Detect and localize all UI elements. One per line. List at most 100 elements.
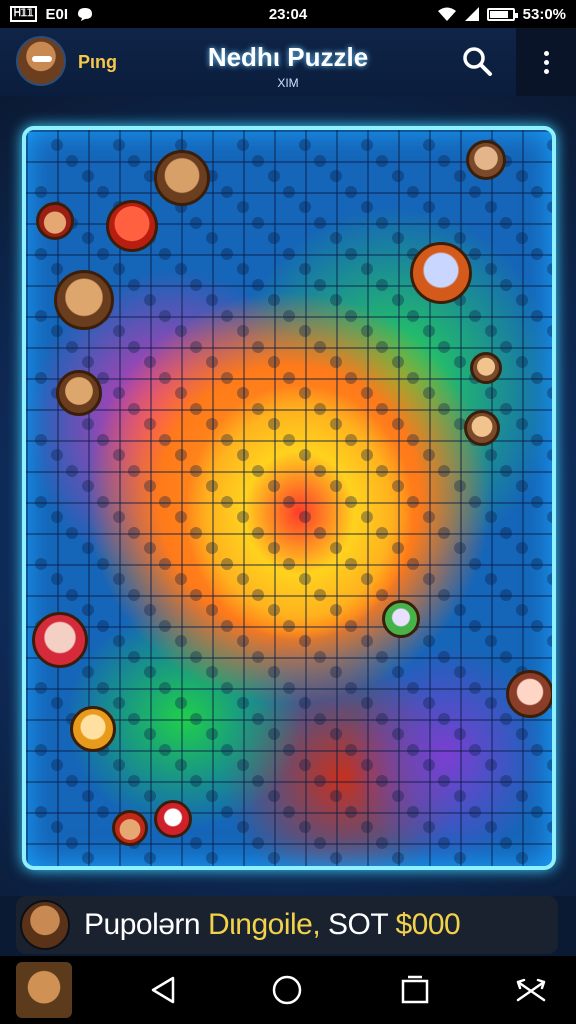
puzzle-knob bbox=[516, 852, 528, 864]
puzzle-knob bbox=[345, 310, 357, 322]
puzzle-knob bbox=[500, 527, 512, 539]
pirate-character-2[interactable] bbox=[112, 810, 148, 846]
puzzle-knob bbox=[299, 139, 311, 151]
puzzle-knob bbox=[423, 573, 435, 585]
puzzle-knob bbox=[469, 806, 481, 818]
puzzle-knob bbox=[237, 697, 249, 709]
puzzle-knob bbox=[330, 356, 342, 368]
puzzle-knob bbox=[159, 496, 171, 508]
monkey-character-3[interactable] bbox=[56, 370, 102, 416]
puzzle-knob bbox=[299, 263, 311, 275]
puzzle-knob bbox=[237, 387, 249, 399]
pirate-character[interactable] bbox=[36, 202, 74, 240]
puzzle-knob bbox=[66, 837, 78, 849]
puzzle-knob bbox=[268, 542, 280, 554]
yellow-character[interactable] bbox=[70, 706, 116, 752]
puzzle-knob bbox=[531, 620, 543, 632]
puzzle-knob bbox=[299, 511, 311, 523]
dog-character[interactable] bbox=[466, 140, 506, 180]
puzzle-knob bbox=[314, 403, 326, 415]
puzzle-knob bbox=[268, 294, 280, 306]
puzzle-knob bbox=[283, 434, 295, 446]
puzzle-knob bbox=[268, 356, 280, 368]
puzzle-knob bbox=[500, 279, 512, 291]
puzzle-knob bbox=[190, 279, 202, 291]
home-circle-icon[interactable] bbox=[270, 974, 304, 1006]
right-edge-character[interactable] bbox=[506, 670, 552, 718]
puzzle-knob bbox=[547, 263, 552, 275]
red-creature-character[interactable] bbox=[106, 200, 158, 252]
puzzle-knob bbox=[345, 806, 357, 818]
puzzle-knob bbox=[330, 294, 342, 306]
puzzle-knob bbox=[423, 759, 435, 771]
puzzle-knob bbox=[361, 511, 373, 523]
sim-icon: Ꮋ𝟙𝟙 bbox=[10, 6, 38, 22]
puzzle-knob bbox=[500, 217, 512, 229]
puzzle-knob bbox=[516, 356, 528, 368]
puzzle-knob bbox=[345, 682, 357, 694]
puzzle-knob bbox=[469, 186, 481, 198]
monkey-character[interactable] bbox=[154, 150, 210, 206]
puzzle-knob bbox=[330, 418, 342, 430]
puzzle-knob bbox=[82, 542, 94, 554]
puzzle-knob bbox=[500, 589, 512, 601]
small-character-right-2[interactable] bbox=[464, 410, 500, 446]
puzzle-knob bbox=[237, 573, 249, 585]
puzzle-knob bbox=[221, 248, 233, 260]
prize-banner[interactable]: Pupolərn Dιngoile, SOT $000 bbox=[16, 896, 558, 954]
puzzle-knob bbox=[113, 759, 125, 771]
puzzle-knob bbox=[531, 434, 543, 446]
crossed-arrows-icon[interactable] bbox=[514, 974, 548, 1006]
puzzle-board[interactable] bbox=[22, 126, 556, 870]
back-triangle-icon[interactable] bbox=[146, 974, 180, 1006]
monkey-character-2[interactable] bbox=[54, 270, 114, 330]
jester-character[interactable] bbox=[32, 612, 88, 668]
cat-character[interactable] bbox=[410, 242, 472, 304]
search-icon[interactable] bbox=[460, 44, 494, 78]
puzzle-knob bbox=[376, 279, 388, 291]
puzzle-knob bbox=[330, 790, 342, 802]
puzzle-knob bbox=[128, 341, 140, 353]
more-options-button[interactable] bbox=[516, 28, 576, 96]
red-bird-character[interactable] bbox=[154, 800, 192, 838]
puzzle-knob bbox=[299, 759, 311, 771]
puzzle-knob bbox=[361, 263, 373, 275]
puzzle-knob bbox=[206, 418, 218, 430]
puzzle-knob bbox=[423, 821, 435, 833]
green-alien-character[interactable] bbox=[382, 600, 420, 638]
puzzle-knob bbox=[547, 325, 552, 337]
puzzle-knob bbox=[531, 310, 543, 322]
puzzle-knob bbox=[392, 418, 404, 430]
puzzle-knob bbox=[144, 852, 156, 864]
puzzle-knob bbox=[237, 821, 249, 833]
puzzle-knob bbox=[299, 387, 311, 399]
nav-profile-avatar[interactable] bbox=[16, 962, 72, 1018]
banner-text-plain: Pupolərn bbox=[84, 908, 208, 941]
puzzle-knob bbox=[531, 496, 543, 508]
puzzle-knob bbox=[407, 806, 419, 818]
status-bar: Ꮋ𝟙𝟙 E0I 23:04 53:0% bbox=[0, 0, 576, 28]
puzzle-knob bbox=[407, 372, 419, 384]
puzzle-knob bbox=[423, 139, 435, 151]
puzzle-knob bbox=[206, 666, 218, 678]
puzzle-knob bbox=[97, 682, 109, 694]
puzzle-knob bbox=[531, 868, 543, 870]
puzzle-knob bbox=[500, 775, 512, 787]
puzzle-knob bbox=[314, 775, 326, 787]
puzzle-knob bbox=[221, 868, 233, 870]
puzzle-knob bbox=[113, 511, 125, 523]
puzzle-knob bbox=[128, 279, 140, 291]
puzzle-knob bbox=[113, 387, 125, 399]
puzzle-knob bbox=[516, 604, 528, 616]
puzzle-knob bbox=[82, 356, 94, 368]
puzzle-knob bbox=[252, 837, 264, 849]
puzzle-knob bbox=[97, 868, 109, 870]
small-character-right[interactable] bbox=[470, 352, 502, 384]
puzzle-knob bbox=[51, 759, 63, 771]
puzzle-knob bbox=[469, 620, 481, 632]
puzzle-knob bbox=[268, 170, 280, 182]
puzzle-knob bbox=[51, 821, 63, 833]
recents-square-icon[interactable] bbox=[398, 974, 432, 1006]
puzzle-knob bbox=[438, 403, 450, 415]
puzzle-knob bbox=[547, 387, 552, 399]
